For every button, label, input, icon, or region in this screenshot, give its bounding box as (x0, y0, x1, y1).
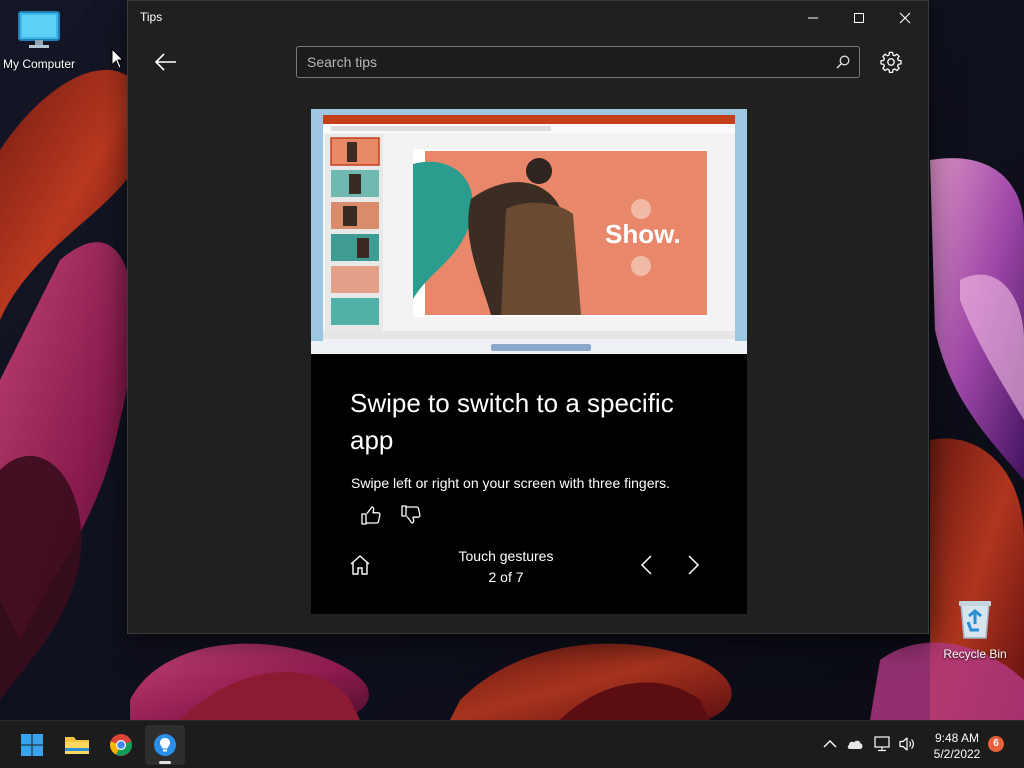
search-box (296, 46, 860, 78)
close-button[interactable] (882, 1, 928, 35)
lightbulb-icon (154, 734, 176, 756)
minimize-button[interactable] (790, 1, 836, 35)
show-hidden-icons-button[interactable] (819, 733, 841, 755)
onedrive-button[interactable] (844, 733, 866, 755)
clock-date: 5/2/2022 (933, 747, 981, 761)
tip-card: Show. Swipe to switch to a specific app … (311, 109, 747, 614)
window-title: Tips (140, 10, 163, 24)
notification-badge[interactable]: 6 (988, 736, 1004, 752)
start-button[interactable] (12, 725, 52, 765)
home-icon (350, 555, 370, 575)
taskbar-file-explorer[interactable] (57, 725, 97, 765)
gear-icon (880, 51, 902, 73)
tip-description: Swipe left or right on your screen with … (351, 475, 671, 491)
thumbs-down-icon (401, 505, 421, 524)
desktop-icon-recycle-bin[interactable]: Recycle Bin (933, 598, 1017, 661)
network-icon (874, 736, 890, 752)
mouse-cursor-icon (111, 48, 125, 69)
collection-name: Touch gestures (458, 548, 554, 564)
recycle-bin-icon (959, 601, 991, 639)
tip-position: 2 of 7 (488, 569, 524, 585)
folder-icon (65, 737, 89, 754)
cloud-icon (847, 740, 863, 749)
home-button[interactable] (348, 553, 372, 577)
volume-icon (899, 737, 914, 751)
chevron-right-icon (688, 555, 700, 575)
close-icon (899, 12, 911, 24)
chrome-icon (110, 734, 132, 756)
maximize-icon (854, 13, 864, 23)
network-button[interactable] (871, 733, 893, 755)
minimize-icon (808, 17, 818, 19)
tips-window: Tips Search tips Show. Swipe to switch t… (127, 0, 929, 634)
search-icon[interactable] (836, 55, 850, 69)
title-bar[interactable]: Tips (128, 1, 928, 35)
arrow-left-icon (155, 53, 176, 71)
desktop-icon-my-computer[interactable]: My Computer (0, 10, 81, 71)
search-input[interactable] (297, 47, 859, 77)
clock-time: 9:48 AM (934, 731, 980, 745)
taskbar-chrome[interactable] (101, 725, 141, 765)
settings-button[interactable] (876, 47, 906, 77)
active-app-indicator (159, 761, 171, 764)
like-button[interactable] (359, 503, 383, 527)
clock[interactable]: 9:48 AM 5/2/2022 (926, 730, 988, 762)
thumbs-up-icon (361, 506, 381, 525)
chevron-up-icon (823, 740, 837, 748)
tip-heading: Swipe to switch to a specific app (350, 388, 674, 455)
tip-preview-image: Show. (311, 109, 747, 354)
next-tip-button[interactable] (682, 553, 704, 577)
preview-slide-text: Show. (605, 219, 681, 249)
desktop-icon-label: My Computer (2, 57, 76, 71)
monitor-icon (18, 11, 60, 48)
previous-tip-button[interactable] (636, 553, 658, 577)
maximize-button[interactable] (836, 1, 882, 35)
volume-button[interactable] (896, 733, 918, 755)
taskbar-tips[interactable] (145, 725, 185, 765)
taskbar: 9:48 AM 5/2/2022 (0, 720, 1024, 768)
dislike-button[interactable] (399, 503, 423, 527)
chevron-left-icon (640, 555, 652, 575)
windows-logo-icon (21, 734, 43, 756)
back-button[interactable] (150, 48, 182, 76)
collection-info: Touch gestures 2 of 7 (431, 546, 581, 588)
desktop-icon-label: Recycle Bin (943, 647, 1007, 661)
